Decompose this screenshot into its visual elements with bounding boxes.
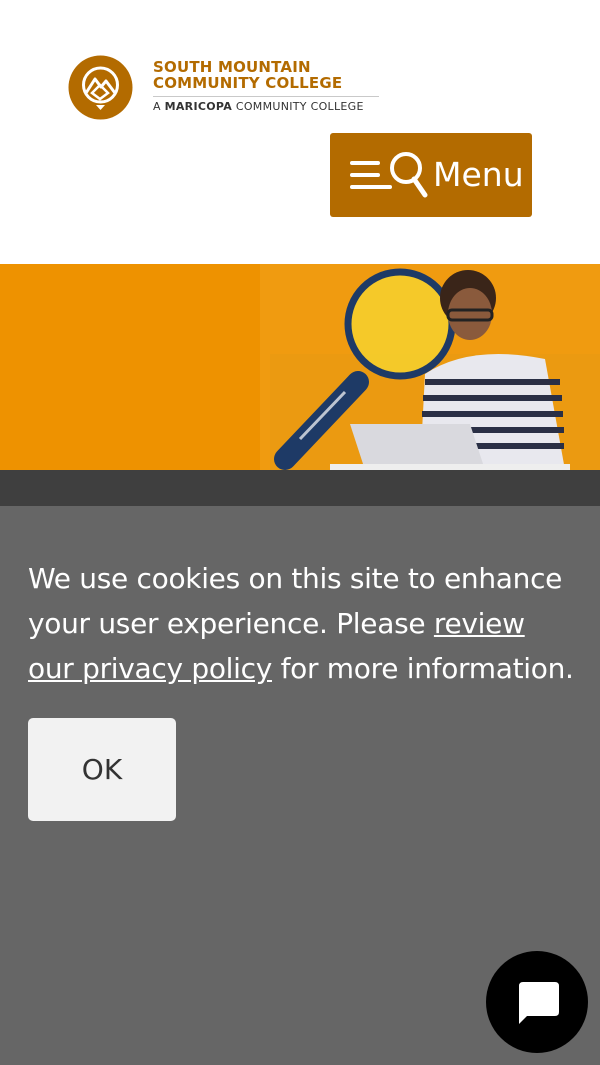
chat-icon [519,982,559,1024]
logo-line-3: A MARICOPA COMMUNITY COLLEGE [153,100,379,113]
cookie-ok-button[interactable]: OK [28,718,176,821]
logo-divider [153,96,379,97]
logo-line-1: SOUTH MOUNTAIN [153,58,311,76]
hero-bottom-bar [0,470,600,506]
hamburger-icon [350,161,392,189]
hero-illustration [0,264,600,470]
search-icon [390,152,428,198]
logo-line-3-prefix: A [153,100,165,113]
cookie-message: We use cookies on this site to enhance y… [28,556,578,691]
menu-label: Menu [433,155,524,194]
college-logo[interactable]: SOUTH MOUNTAIN COMMUNITY COLLEGE A MARIC… [68,55,388,121]
college-logo-icon [68,55,133,120]
logo-line-3-bold: MARICOPA [164,100,233,113]
menu-icons [350,152,428,198]
site-header: SOUTH MOUNTAIN COMMUNITY COLLEGE A MARIC… [0,0,600,264]
hero-image [0,264,600,470]
logo-text: SOUTH MOUNTAIN COMMUNITY COLLEGE A MARIC… [153,59,379,113]
chat-button[interactable] [486,951,588,1053]
cookie-text-end: for more information. [271,652,574,685]
logo-line-2: COMMUNITY COLLEGE [153,74,343,92]
logo-line-3-suffix: COMMUNITY COLLEGE [232,100,364,113]
menu-button[interactable]: Menu [330,133,532,217]
